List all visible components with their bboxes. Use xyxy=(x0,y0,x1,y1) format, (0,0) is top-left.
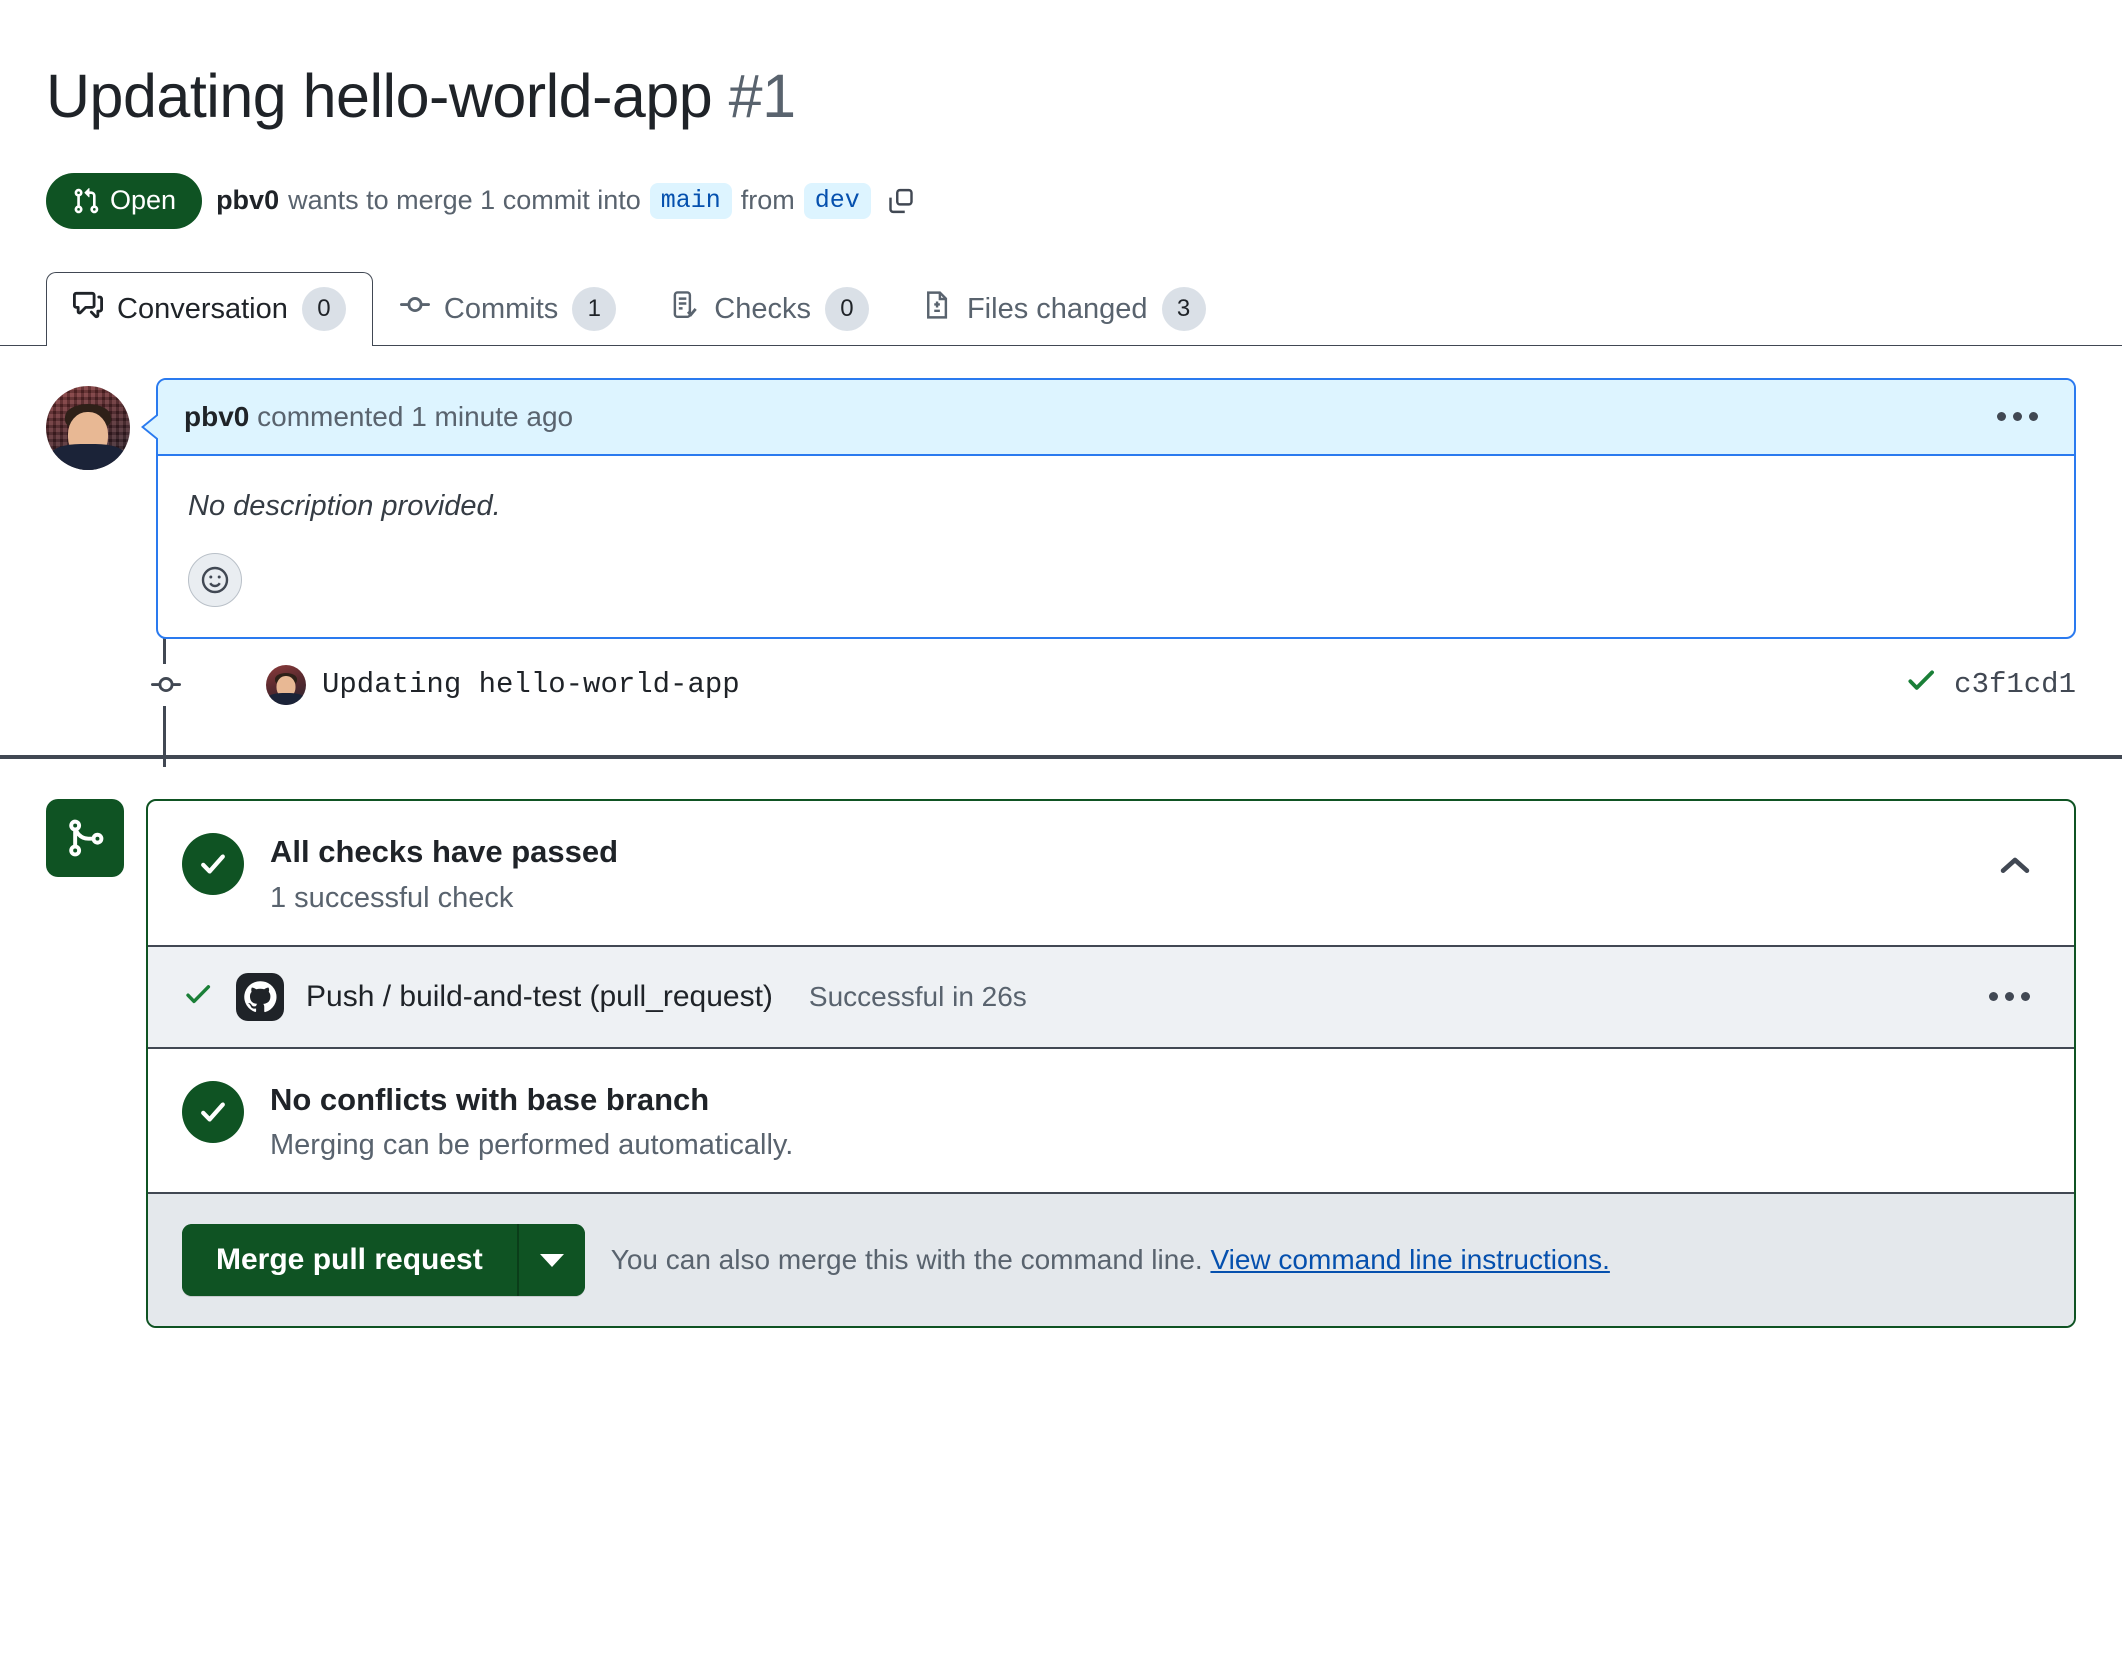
tab-label: Commits xyxy=(443,292,559,325)
comment-meta: commented 1 minute ago xyxy=(257,400,574,432)
check-circle-icon xyxy=(182,832,244,895)
kebab-horizontal-icon[interactable] xyxy=(1987,402,2048,431)
tab-commits[interactable]: Commits 1 xyxy=(373,272,643,346)
kebab-horizontal-icon[interactable] xyxy=(1979,982,2040,1011)
check-icon xyxy=(182,978,214,1015)
tab-counter: 3 xyxy=(1161,287,1206,332)
conflicts-title: No conflicts with base branch xyxy=(270,1081,710,1117)
avatar xyxy=(46,385,130,470)
conflicts-summary-text: No conflicts with base branch Merging ca… xyxy=(270,1081,793,1163)
copy-icon[interactable] xyxy=(886,186,916,216)
comment-author: pbv0 xyxy=(184,400,250,432)
merge-box: All checks have passed 1 successful chec… xyxy=(146,798,2076,1329)
page-title: Updating hello-world-app #1 xyxy=(46,41,2076,131)
conversation-timeline: pbv0 commented 1 minute ago No descripti… xyxy=(0,377,2122,767)
head-branch-chip[interactable]: dev xyxy=(803,182,871,219)
pull-request-page: Updating hello-world-app #1 Open pbv0 wa… xyxy=(0,41,2122,1671)
checks-title: All checks have passed xyxy=(270,833,619,869)
commit-main: Updating hello-world-app xyxy=(266,664,1904,705)
git-commit-icon xyxy=(399,290,430,328)
comment-bubble: pbv0 commented 1 minute ago No descripti… xyxy=(141,377,2076,639)
merge-sentence: pbv0 wants to merge 1 commit into main f… xyxy=(216,182,916,219)
conflicts-summary: No conflicts with base branch Merging ca… xyxy=(148,1049,2074,1193)
tab-label: Files changed xyxy=(966,292,1148,325)
merge-pull-request-button[interactable]: Merge pull request xyxy=(182,1224,517,1297)
file-diff-icon xyxy=(923,290,953,328)
tab-counter: 0 xyxy=(301,287,346,332)
merge-section: All checks have passed 1 successful chec… xyxy=(46,798,2076,1329)
merge-sentence-middle: from xyxy=(740,185,795,216)
merge-dropdown-button[interactable] xyxy=(516,1224,585,1297)
comment-body: No description provided. xyxy=(158,456,2074,637)
git-pull-request-icon xyxy=(72,187,100,215)
comment-header: pbv0 commented 1 minute ago xyxy=(158,379,2074,456)
timeline-divider xyxy=(0,754,2122,759)
merge-note-text: You can also merge this with the command… xyxy=(610,1244,1203,1276)
tab-checks[interactable]: Checks 0 xyxy=(643,272,896,346)
pr-number: #1 xyxy=(728,61,796,130)
command-line-instructions-link[interactable]: View command line instructions. xyxy=(1210,1244,1609,1275)
pr-author: pbv0 xyxy=(216,185,280,216)
check-circle-icon xyxy=(182,1080,244,1143)
base-branch-chip[interactable]: main xyxy=(649,182,732,219)
comment-text: No description provided. xyxy=(188,489,501,522)
merge-sentence-before: wants to merge 1 commit into xyxy=(288,185,641,216)
conflicts-subtitle: Merging can be performed automatically. xyxy=(270,1129,794,1162)
git-commit-node-icon xyxy=(144,663,188,706)
tab-label: Conversation xyxy=(117,292,288,325)
triangle-down-icon xyxy=(539,1253,564,1267)
merge-footer: Merge pull request You can also merge th… xyxy=(148,1192,2074,1327)
tab-counter: 1 xyxy=(572,287,617,332)
commit-sha[interactable]: c3f1cd1 xyxy=(1954,668,2076,701)
smiley-icon[interactable] xyxy=(188,552,242,607)
comment-item: pbv0 commented 1 minute ago No descripti… xyxy=(46,377,2076,639)
git-merge-icon xyxy=(46,798,124,877)
pr-title-text: Updating hello-world-app xyxy=(46,61,713,130)
check-run-status: Successful in 26s xyxy=(808,980,1027,1012)
status-badge-label: Open xyxy=(110,185,177,216)
comment-byline: pbv0 commented 1 minute ago xyxy=(184,401,573,433)
commit-author-avatar xyxy=(266,664,306,705)
checklist-icon xyxy=(670,290,700,328)
tab-counter: 0 xyxy=(824,287,869,332)
pr-subhead: Open pbv0 wants to merge 1 commit into m… xyxy=(46,172,2076,230)
checks-subtitle: 1 successful check xyxy=(270,881,514,914)
checks-summary: All checks have passed 1 successful chec… xyxy=(148,801,2074,945)
merge-button-group: Merge pull request xyxy=(182,1224,585,1297)
chevron-up-icon[interactable] xyxy=(1990,847,2040,890)
tab-files-changed[interactable]: Files changed 3 xyxy=(896,272,1233,346)
check-run-row[interactable]: Push / build-and-test (pull_request) Suc… xyxy=(148,944,2074,1049)
pr-tabs: Conversation 0 Commits 1 Checks 0 Files … xyxy=(0,268,2122,346)
commit-meta: c3f1cd1 xyxy=(1904,663,2076,706)
comment-discussion-icon xyxy=(73,290,103,328)
tab-conversation[interactable]: Conversation 0 xyxy=(46,271,373,346)
check-run-name: Push / build-and-test (pull_request) xyxy=(306,979,773,1013)
commit-message[interactable]: Updating hello-world-app xyxy=(322,668,740,701)
check-icon xyxy=(1904,663,1938,706)
merge-note: You can also merge this with the command… xyxy=(611,1244,1610,1276)
checks-summary-text: All checks have passed 1 successful chec… xyxy=(270,833,618,915)
commit-timeline-item: Updating hello-world-app c3f1cd1 xyxy=(46,643,2076,727)
tab-label: Checks xyxy=(714,292,811,325)
github-mark-icon xyxy=(236,972,284,1021)
status-badge: Open xyxy=(46,172,203,229)
